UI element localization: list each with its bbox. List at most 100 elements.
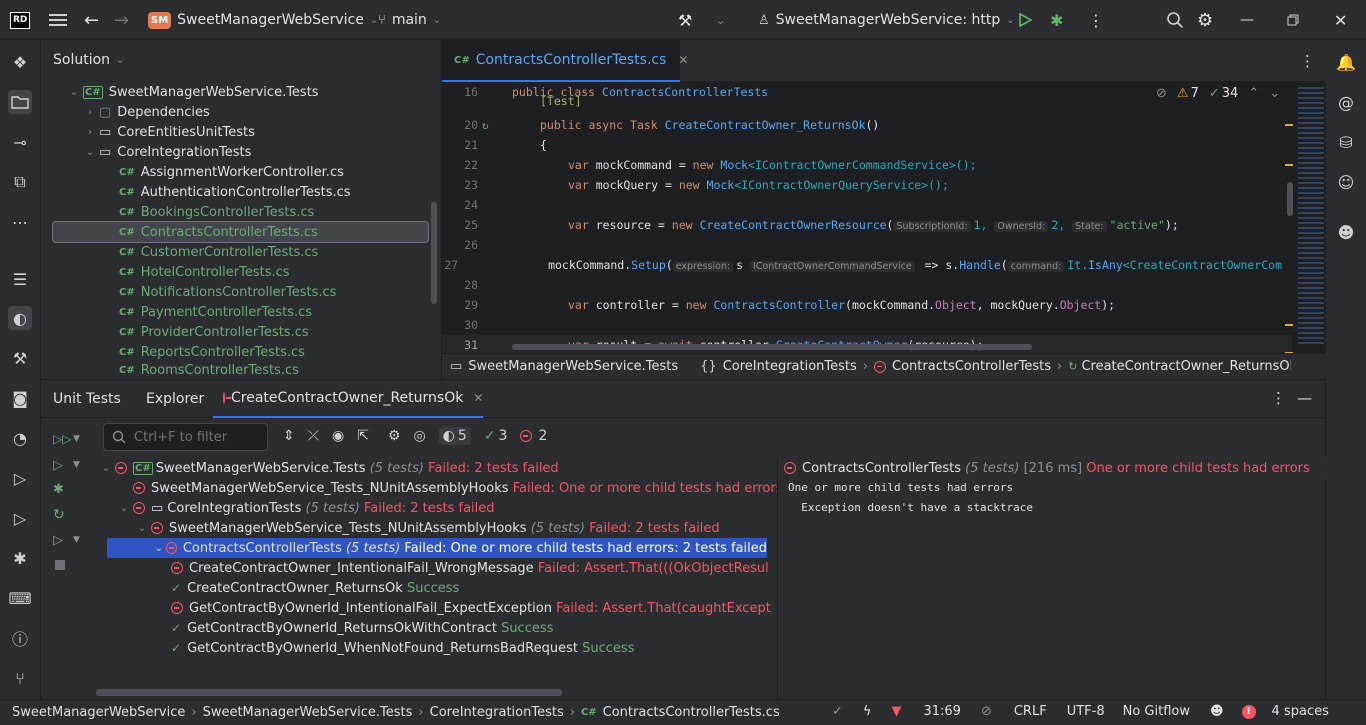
problems-icon[interactable]: ⓘ <box>8 626 32 650</box>
close-tab-icon[interactable]: ✕ <box>678 53 688 67</box>
solution-scrollbar[interactable] <box>431 202 437 304</box>
passed-tests-filter[interactable]: ✓ 3 <box>484 428 508 444</box>
build-icon[interactable]: ⚒ <box>678 0 692 40</box>
list-icon[interactable]: ☰ <box>8 267 32 291</box>
commit-icon[interactable]: ⊸ <box>8 130 32 154</box>
run-config-selector[interactable]: ♙ SweetManagerWebService: http ⌄ <box>758 0 1015 40</box>
tab-test-session[interactable]: CreateContractOwner_ReturnsOk ✕ <box>213 380 483 418</box>
more-tools-icon[interactable]: ⋯ <box>8 210 32 234</box>
collapse-all-icon[interactable]: ⤫ <box>308 428 319 444</box>
line-ending[interactable]: CRLF <box>1014 704 1047 719</box>
file-encoding[interactable]: UTF-8 <box>1067 704 1105 719</box>
forward-icon[interactable]: → <box>114 0 129 40</box>
services-icon[interactable]: ▷ <box>8 466 32 490</box>
breadcrumb-item[interactable]: ContractsControllerTests <box>892 359 1051 374</box>
show-icon[interactable]: ◉ <box>332 428 344 444</box>
debug-tests-icon[interactable]: ✱ <box>53 482 64 497</box>
tab-explorer[interactable]: Explorer <box>146 391 204 407</box>
test-node-folder[interactable]: ⌄ ▭ CoreIntegrationTests (5 tests) Faile… <box>115 498 495 518</box>
rerun-icon[interactable]: ↻ <box>53 507 65 523</box>
status-path-item[interactable]: SweetManagerWebService <box>12 705 185 720</box>
structure-icon[interactable]: ⧉ <box>8 170 32 194</box>
next-highlight-icon[interactable]: ⌄ <box>1269 86 1280 101</box>
debug-tool-icon[interactable]: ✱ <box>8 546 32 570</box>
code-area[interactable]: 16 public class ContractsControllerTests… <box>442 82 1326 353</box>
total-tests-filter[interactable]: ◐ 5 <box>438 427 471 445</box>
stop-icon[interactable] <box>55 560 65 570</box>
editor-options-icon[interactable]: ⋮ <box>1300 52 1315 70</box>
test-node[interactable]: SweetManagerWebService_Tests_NUnitAssemb… <box>133 478 777 498</box>
tree-item-file[interactable]: C# BookingsControllerTests.cs <box>119 202 314 222</box>
caret-position[interactable]: 31:69 <box>923 704 960 719</box>
tree-item-file[interactable]: C# NotificationsControllerTests.cs <box>119 282 336 302</box>
build-tool-icon[interactable]: ⚒ <box>8 346 32 370</box>
copilot-icon[interactable]: ☺ <box>1334 170 1358 194</box>
error-stripe[interactable] <box>1285 124 1295 353</box>
editor-h-scrollbar[interactable] <box>512 344 1032 350</box>
test-node[interactable]: GetContractByOwnerId_IntentionalFail_Exp… <box>171 598 771 618</box>
tree-item-file[interactable]: C# CustomerControllerTests.cs <box>119 242 318 262</box>
tree-item-project[interactable]: ⌄ C# SweetManagerWebService.Tests <box>65 82 319 102</box>
panel-options-icon[interactable]: ⋮ <box>1271 389 1286 407</box>
status-path-item[interactable]: ContractsControllerTests.cs <box>603 705 780 720</box>
minimize-icon[interactable]: — <box>1240 0 1254 40</box>
tree-item-file[interactable]: C# ProviderControllerTests.cs <box>119 322 309 342</box>
test-node-project[interactable]: ⌄ C# SweetManagerWebService.Tests (5 tes… <box>97 458 559 478</box>
tree-item-folder[interactable]: ⌄ ▭ CoreIntegrationTests <box>81 142 252 162</box>
breadcrumb-item[interactable]: CreateContractOwner_ReturnsOk <box>1081 359 1291 374</box>
profiler-icon[interactable]: ◔ <box>8 426 32 450</box>
settings-gear-icon[interactable]: ⚙ <box>388 428 401 444</box>
test-node-selected[interactable]: ⌄ ContractsControllerTests (5 tests) Fai… <box>107 538 767 558</box>
build-chevron-icon[interactable]: ⌄ <box>716 0 725 40</box>
check-circle-icon[interactable]: ✓ <box>832 704 843 719</box>
database-icon[interactable]: ⛁ <box>1334 130 1358 154</box>
readonly-toggle-icon[interactable]: ⊘ <box>981 704 992 719</box>
debug-icon[interactable]: ✱ <box>1050 0 1063 40</box>
status-path-item[interactable]: SweetManagerWebService.Tests <box>203 705 413 720</box>
inspection-widget[interactable]: ⊘ ⚠ 7 ✓ 34 ⌃ ⌄ <box>1156 86 1280 101</box>
editor-tab-active[interactable]: C# ContractsControllerTests.cs ✕ <box>442 40 688 82</box>
status-path-item[interactable]: CoreIntegrationTests <box>430 705 564 720</box>
tree-item-file[interactable]: C# AuthenticationControllerTests.cs <box>119 182 351 202</box>
test-node[interactable]: ✓ CreateContractOwner_ReturnsOk Success <box>171 578 459 598</box>
power-save-icon[interactable]: ϟ <box>863 704 872 719</box>
chevron-down-icon[interactable]: ▼ <box>73 460 80 470</box>
shield-icon[interactable]: ▼ <box>891 704 901 719</box>
tree-item-file[interactable]: C# PaymentControllerTests.cs <box>119 302 312 322</box>
camera-icon[interactable]: ◙ <box>8 386 32 410</box>
run-all-icon[interactable]: ▷▷ <box>53 432 71 446</box>
project-selector[interactable]: SM SweetManagerWebService ⌄ <box>148 0 378 40</box>
test-node[interactable]: ✓ GetContractByOwnerId_WhenNotFound_Retu… <box>171 638 634 658</box>
notifications-bell-icon[interactable]: 🔔 <box>1334 50 1358 74</box>
tree-item-file[interactable]: C# ReportsControllerTests.cs <box>119 342 305 362</box>
vcs-flow[interactable]: No Gitflow <box>1123 704 1190 719</box>
plugins-icon[interactable]: ❖ <box>8 50 32 74</box>
close-window-icon[interactable]: ✕ <box>1334 0 1347 40</box>
tree-item-file[interactable]: C# HotelControllerTests.cs <box>119 262 290 282</box>
project-folder-icon[interactable] <box>8 90 32 114</box>
tab-unit-tests[interactable]: Unit Tests <box>53 391 121 407</box>
restore-icon[interactable] <box>1287 0 1299 40</box>
more-icon[interactable]: ⋮ <box>1088 0 1104 40</box>
tree-item-file[interactable]: C# RoomsControllerTests.cs <box>119 362 299 379</box>
tree-item-file-selected[interactable]: C# ContractsControllerTests.cs <box>52 221 429 243</box>
app-logo[interactable]: RD <box>10 0 31 40</box>
run-test-gutter-icon[interactable]: ↻ <box>482 119 489 132</box>
failed-tests-filter[interactable]: 2 <box>520 428 547 444</box>
code-minimap[interactable] <box>1296 82 1326 353</box>
indent-setting[interactable]: 4 spaces <box>1272 704 1329 719</box>
solution-header[interactable]: Solution ⌄ <box>53 52 124 68</box>
chevron-down-icon[interactable]: ▼ <box>73 535 80 545</box>
back-icon[interactable]: ← <box>84 0 99 40</box>
search-icon[interactable] <box>1166 0 1184 40</box>
test-node[interactable]: ⌄ SweetManagerWebService_Tests_NUnitAsse… <box>133 518 720 538</box>
hide-panel-icon[interactable]: — <box>1297 389 1312 407</box>
terminal-icon[interactable]: ⌨ <box>8 586 32 610</box>
coverage-icon[interactable]: ◎ <box>413 428 425 444</box>
run-icon[interactable]: ▷ <box>53 458 63 473</box>
main-menu-icon[interactable] <box>48 0 68 40</box>
run-failed-icon[interactable]: ▷ <box>53 533 63 548</box>
copilot-status-icon[interactable]: ☻ <box>1210 704 1224 719</box>
tree-item-file[interactable]: C# AssignmentWorkerController.cs <box>119 162 344 182</box>
chevron-down-icon[interactable]: ▼ <box>73 434 80 444</box>
